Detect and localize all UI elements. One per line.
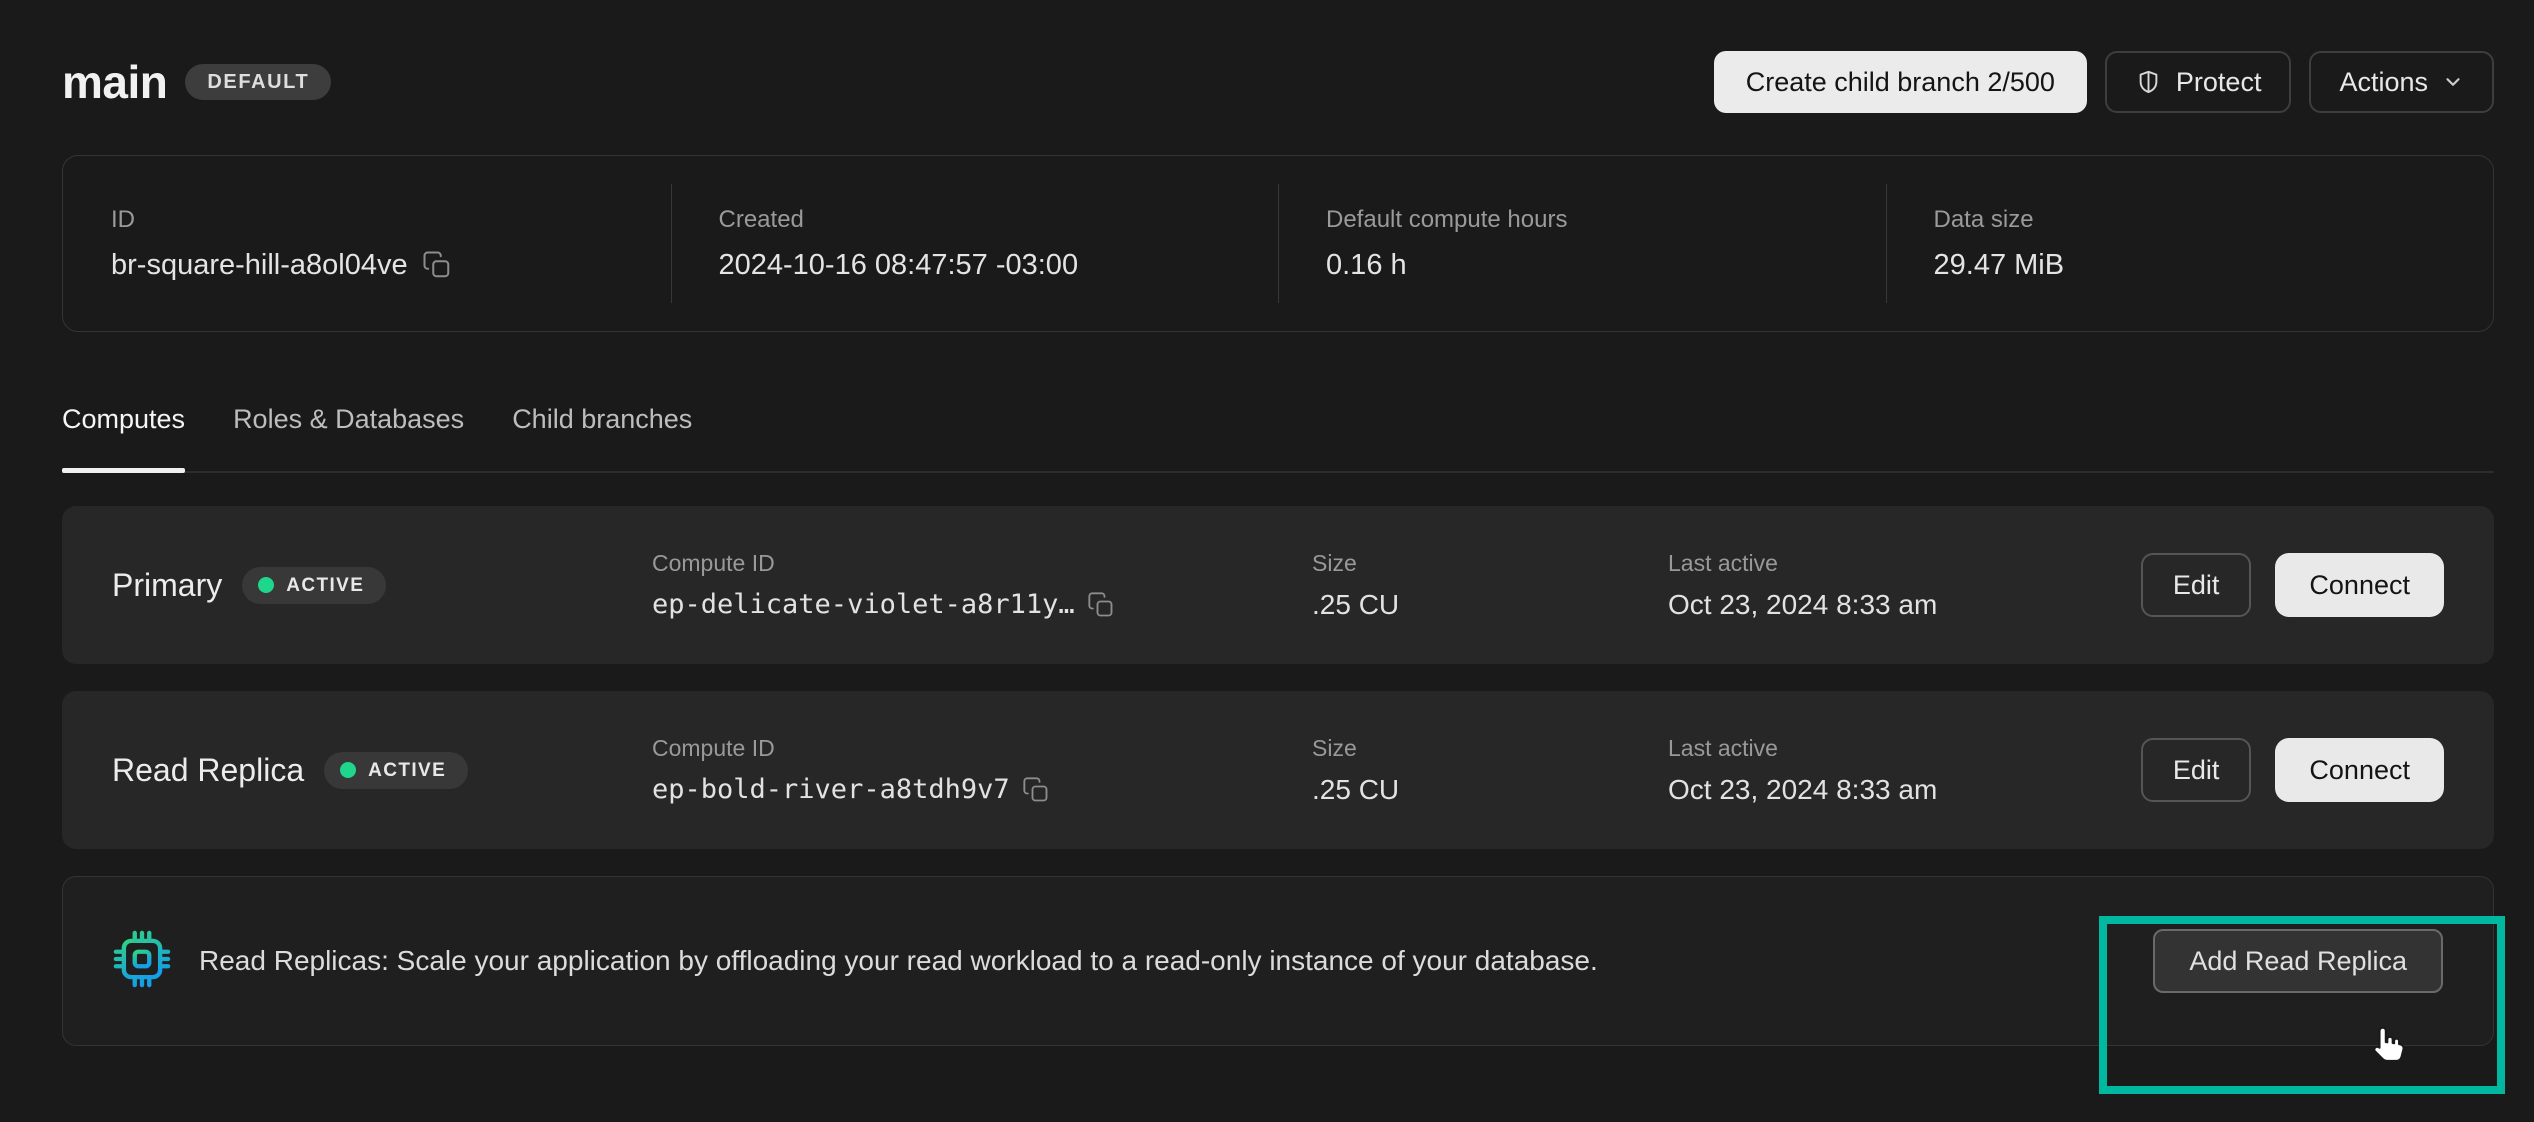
header-actions: Create child branch 2/500 Protect Action… (1714, 51, 2494, 113)
last-active-value: Oct 23, 2024 8:33 am (1668, 589, 2141, 621)
edit-button[interactable]: Edit (2141, 553, 2252, 617)
connect-button[interactable]: Connect (2275, 553, 2444, 617)
edit-button[interactable]: Edit (2141, 738, 2252, 802)
branch-title-group: main DEFAULT (62, 55, 331, 109)
compute-row-read-replica: Read Replica ACTIVE Compute ID ep-bold-r… (62, 691, 2494, 849)
connect-button[interactable]: Connect (2275, 738, 2444, 802)
info-field-compute-hours: Default compute hours 0.16 h (1278, 156, 1886, 331)
created-value: 2024-10-16 08:47:57 -03:00 (719, 249, 1279, 282)
branch-info-card: ID br-square-hill-a8ol04ve Created 2024-… (62, 155, 2494, 332)
tab-child-branches[interactable]: Child branches (512, 404, 692, 471)
status-badge: ACTIVE (242, 567, 386, 604)
size-value: .25 CU (1312, 774, 1668, 806)
field-label: Default compute hours (1326, 206, 1886, 234)
status-dot-icon (258, 577, 274, 593)
branch-header: main DEFAULT Create child branch 2/500 P… (62, 50, 2494, 114)
actions-button-label: Actions (2339, 67, 2428, 98)
status-dot-icon (340, 762, 356, 778)
branch-id-value: br-square-hill-a8ol04ve (111, 249, 408, 282)
field-label: Created (719, 206, 1279, 234)
status-badge: ACTIVE (324, 752, 468, 789)
cpu-chip-icon (113, 930, 171, 993)
default-badge: DEFAULT (185, 64, 331, 100)
compute-row-primary: Primary ACTIVE Compute ID ep-delicate-vi… (62, 506, 2494, 664)
read-replica-description: Read Replicas: Scale your application by… (199, 945, 2153, 977)
tab-computes[interactable]: Computes (62, 404, 185, 471)
create-child-branch-button[interactable]: Create child branch 2/500 (1714, 51, 2087, 113)
field-label: Data size (1934, 206, 2494, 234)
protect-button[interactable]: Protect (2105, 51, 2292, 113)
status-label: ACTIVE (368, 761, 446, 780)
size-label: Size (1312, 550, 1668, 577)
protect-button-label: Protect (2176, 67, 2262, 98)
size-value: .25 CU (1312, 589, 1668, 621)
copy-compute-id-button[interactable] (1022, 776, 1050, 804)
computes-list: Primary ACTIVE Compute ID ep-delicate-vi… (62, 506, 2494, 1046)
add-read-replica-button[interactable]: Add Read Replica (2153, 929, 2443, 993)
field-label: ID (111, 206, 671, 234)
chevron-down-icon (2442, 71, 2464, 93)
read-replica-banner: Read Replicas: Scale your application by… (62, 876, 2494, 1046)
last-active-value: Oct 23, 2024 8:33 am (1668, 774, 2141, 806)
page-title: main (62, 55, 167, 109)
actions-button[interactable]: Actions (2309, 51, 2494, 113)
compute-id-value: ep-bold-river-a8tdh9v7 (652, 774, 1010, 805)
tab-roles-databases[interactable]: Roles & Databases (233, 404, 464, 471)
last-active-label: Last active (1668, 550, 2141, 577)
compute-name: Primary (112, 567, 222, 604)
data-size-value: 29.47 MiB (1934, 249, 2494, 282)
status-label: ACTIVE (286, 576, 364, 595)
size-label: Size (1312, 735, 1668, 762)
compute-id-label: Compute ID (652, 735, 1312, 762)
shield-icon (2135, 69, 2162, 96)
compute-id-value: ep-delicate-violet-a8r11y… (652, 589, 1075, 620)
copy-compute-id-button[interactable] (1087, 591, 1115, 619)
info-field-id: ID br-square-hill-a8ol04ve (63, 156, 671, 331)
compute-name: Read Replica (112, 752, 304, 789)
copy-branch-id-button[interactable] (422, 250, 452, 280)
info-field-data-size: Data size 29.47 MiB (1886, 156, 2494, 331)
branch-page: main DEFAULT Create child branch 2/500 P… (0, 50, 2534, 1046)
compute-hours-value: 0.16 h (1326, 249, 1886, 282)
last-active-label: Last active (1668, 735, 2141, 762)
compute-id-label: Compute ID (652, 550, 1312, 577)
tab-bar: Computes Roles & Databases Child branche… (62, 404, 2494, 473)
info-field-created: Created 2024-10-16 08:47:57 -03:00 (671, 156, 1279, 331)
